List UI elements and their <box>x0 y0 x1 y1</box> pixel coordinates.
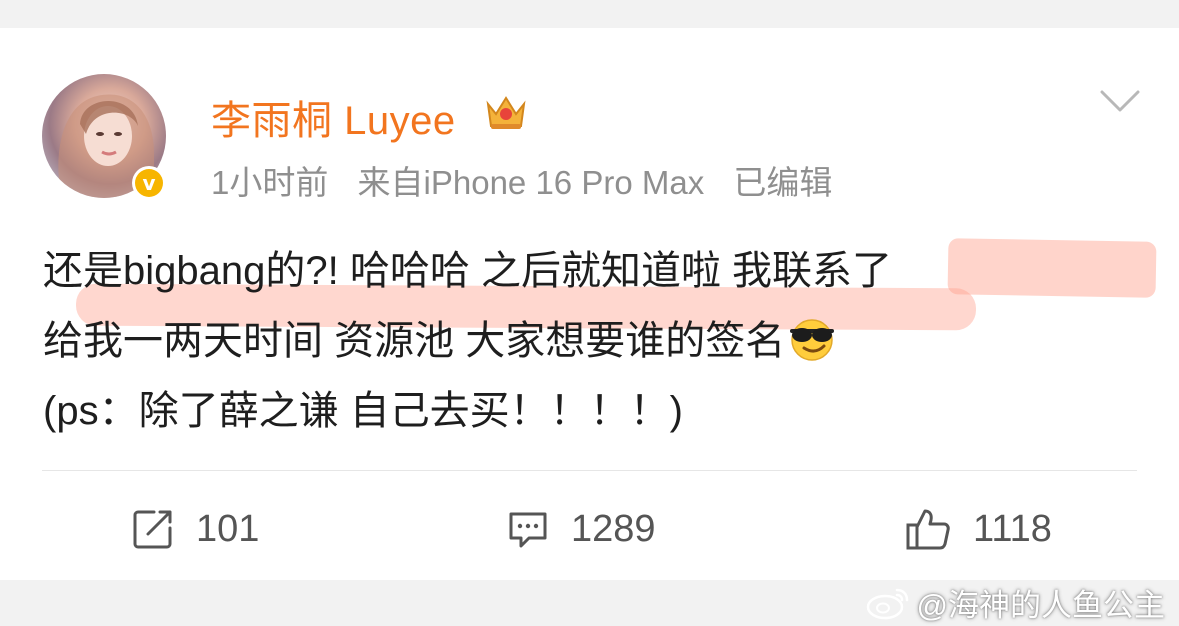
comment-icon <box>509 512 547 548</box>
weibo-logo-icon <box>866 588 908 619</box>
divider <box>42 470 1137 471</box>
post-meta: 1小时前 来自iPhone 16 Pro Max 已编辑 <box>211 156 852 204</box>
repost-icon <box>133 510 172 549</box>
post-line-1: 还是bigbang的?! 哈哈哈 之后就知道啦 我联系了 <box>43 249 893 293</box>
post-text: 还是bigbang的?! 哈哈哈 之后就知道啦 我联系了 给我一两天时间 资源池… <box>43 236 1163 446</box>
comment-count: 1289 <box>571 507 656 550</box>
verified-v-icon: v <box>135 169 163 197</box>
chevron-down-icon[interactable] <box>1100 88 1140 114</box>
post-line-2-text: 给我一两天时间 资源池 大家想要谁的签名 <box>43 319 786 363</box>
comment-button[interactable]: 1289 <box>507 506 656 552</box>
verified-badge: v <box>132 166 166 200</box>
repost-count: 101 <box>196 507 260 550</box>
post-time: 1小时前 <box>211 164 329 201</box>
thumbs-up-icon <box>906 509 950 550</box>
watermark: @海神的人鱼公主 <box>865 580 1165 625</box>
crown-icon <box>486 96 526 129</box>
post-source: 来自iPhone 16 Pro Max <box>357 164 705 201</box>
like-button[interactable]: 1118 <box>905 506 1052 552</box>
weibo-post-card: v 李雨桐 Luyee 1小时前 来自iPhone 16 Pro Max 已编辑… <box>0 28 1179 580</box>
edited-label[interactable]: 已编辑 <box>733 164 832 201</box>
post-line-2: 给我一两天时间 资源池 大家想要谁的签名 <box>43 306 1163 376</box>
sunglasses-emoji-icon <box>790 319 835 361</box>
like-count: 1118 <box>973 507 1052 550</box>
watermark-text: @海神的人鱼公主 <box>916 588 1165 623</box>
author-name[interactable]: 李雨桐 Luyee <box>211 88 456 146</box>
post-line-3: (ps：除了薛之谦 自己去买！！！！) <box>43 389 683 433</box>
repost-button[interactable]: 101 <box>132 506 259 552</box>
